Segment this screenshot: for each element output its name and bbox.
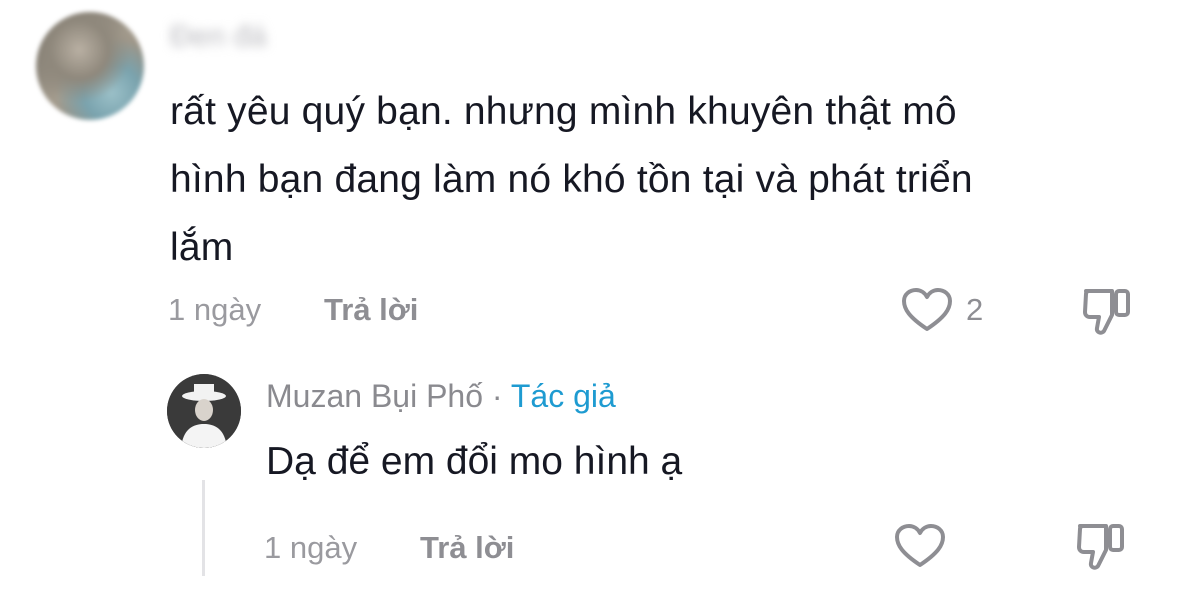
heart-icon [894, 523, 946, 569]
reply-reply-button[interactable]: Trả lời [420, 530, 514, 566]
reply-like-button[interactable] [894, 523, 946, 569]
comment-like-count: 2 [966, 292, 984, 327]
reply-username[interactable]: Muzan Bụi Phố [266, 378, 483, 414]
reply-dislike-button[interactable] [1076, 520, 1126, 572]
reply-header: Muzan Bụi Phố · Tác giả [266, 378, 616, 415]
reply-timestamp: 1 ngày [264, 530, 358, 565]
comment-text: rất yêu quý bạn. nhưng mình khuyên thật … [170, 78, 1160, 282]
reply-text: Dạ để em đổi mo hình ạ [266, 440, 683, 483]
heart-icon [901, 287, 953, 333]
dislike-icon [1082, 285, 1132, 337]
reply-thread-line [202, 480, 205, 576]
commenter-avatar[interactable] [36, 12, 144, 120]
comment-reply-button[interactable]: Trả lời [324, 292, 418, 328]
dislike-icon [1076, 520, 1126, 572]
comment-dislike-button[interactable] [1082, 285, 1132, 337]
comment-text-line: hình bạn đang làm nó khó tồn tại và phát… [170, 158, 973, 201]
reply-separator: · [491, 378, 503, 414]
comment-timestamp: 1 ngày [168, 292, 262, 327]
commenter-username[interactable]: Đen đá [170, 20, 267, 54]
author-badge: Tác giả [510, 378, 616, 414]
comment-like-button[interactable] [901, 287, 953, 333]
comment-text-line: lắm [170, 226, 234, 269]
reply-avatar[interactable] [167, 374, 241, 448]
comment-text-line: rất yêu quý bạn. nhưng mình khuyên thật … [170, 90, 957, 133]
